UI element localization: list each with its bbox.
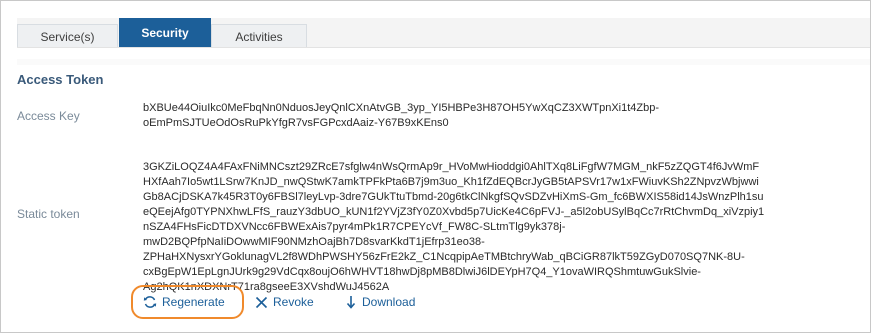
close-icon — [255, 296, 268, 309]
static-token-line: mwD2BQPfpNaIiDOwwMIF90NMzhOajBh7D8svarKk… — [143, 236, 485, 248]
static-token-line: 3GKZiLOQZ4A4FAxFNiMNCszt29ZRcE7sfglw4nWs… — [143, 161, 760, 173]
static-token-line: Ag2hQK1nXDXNrT71ra8gseeE3XVshdWuJ4562A — [143, 281, 390, 293]
revoke-label: Revoke — [273, 295, 314, 309]
access-key-label: Access Key — [17, 109, 80, 123]
static-token-line: ZPHaHXNysxrYGoklunagVL2f8WDhPWSHY56zFrE2… — [143, 251, 745, 263]
tab-services[interactable]: Service(s) — [17, 24, 118, 48]
static-token-line: Gb8ACjDSKA7k45R3T0y6FBSl7leyLvp-3dre7GUk… — [143, 191, 764, 203]
security-panel: Service(s) Security Activities Access To… — [0, 0, 871, 333]
download-label: Download — [362, 295, 416, 309]
regenerate-button[interactable]: Regenerate — [131, 285, 244, 319]
static-token-line: eQEejAfg0TYPNXhwLFfS_rauzY3dbUO_kUN1f2YV… — [143, 206, 765, 218]
download-button[interactable]: Download — [345, 285, 415, 319]
section-title: Access Token — [17, 72, 104, 87]
static-token-label: Static token — [17, 207, 80, 221]
access-key-line: oEmPmSJTUeOdOsRuPkYfgR7vsFGPcxdAaiz-Y67B… — [143, 117, 449, 129]
static-token-line: cxBgEpW1EpLgnJUrk9g29VdCqx8oujO6hWHVT18h… — [143, 266, 701, 278]
access-key-line: bXBUe44OiuIkc0MeFbqNn0NduosJeyQnlCXnAtvG… — [143, 102, 660, 114]
tab-bar: Service(s) Security Activities — [17, 18, 870, 48]
static-token-line: nSZA4FHsFicDTDXVNcc6FBWExAis7pyr4mPk1R7C… — [143, 221, 566, 233]
refresh-icon — [143, 295, 157, 309]
static-token-value: 3GKZiLOQZ4A4FAxFNiMNCszt29ZRcE7sfglw4nWs… — [143, 160, 870, 295]
section-divider — [17, 59, 870, 65]
regenerate-label: Regenerate — [162, 295, 225, 309]
static-token-line: HXfAah7Io5wt1LSrw7KnJD_nwQStwK7amkTPFkPt… — [143, 176, 759, 188]
download-arrow-icon — [345, 295, 357, 309]
tab-activities[interactable]: Activities — [211, 24, 307, 48]
revoke-button[interactable]: Revoke — [255, 285, 314, 319]
tab-security[interactable]: Security — [119, 18, 211, 48]
access-key-value: bXBUe44OiuIkc0MeFbqNn0NduosJeyQnlCXnAtvG… — [143, 101, 870, 131]
